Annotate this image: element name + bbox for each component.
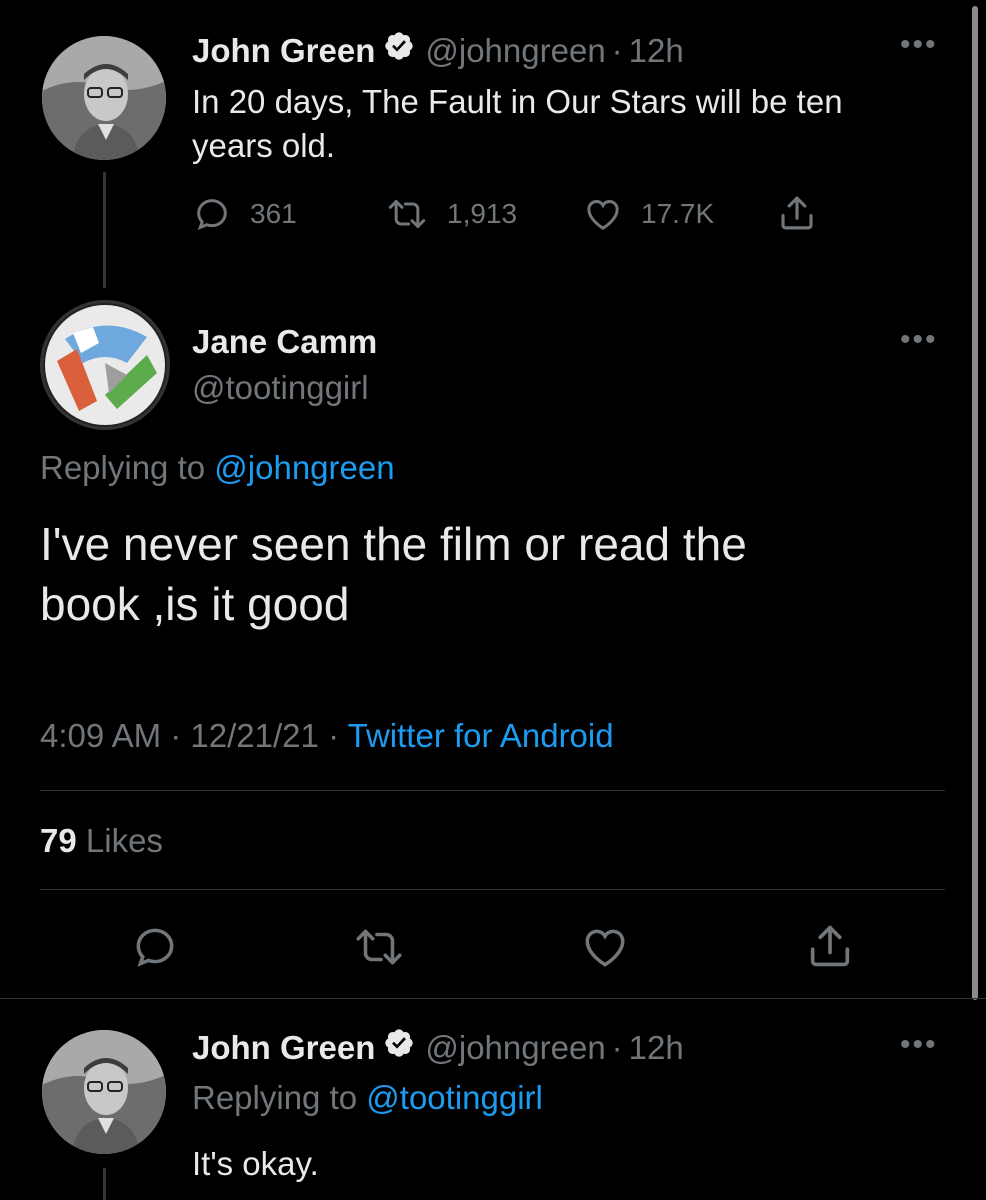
main-tweet-author-name[interactable]: Jane Camm bbox=[192, 322, 377, 362]
reply-tweet-replying: Replying to @tootinggirl bbox=[192, 1077, 543, 1119]
reply-icon bbox=[130, 922, 180, 972]
tweet1-header: John Green @johngreen · 12h bbox=[192, 30, 684, 71]
thread-line bbox=[103, 172, 106, 288]
thread-line bbox=[103, 1168, 106, 1200]
tweet1-time[interactable]: 12h bbox=[629, 31, 684, 71]
main-tweet-date: 12/21/21 bbox=[190, 717, 319, 754]
reply-tweet-handle[interactable]: @johngreen bbox=[425, 1028, 605, 1068]
retweet-icon bbox=[352, 922, 406, 972]
replying-to-link[interactable]: @johngreen bbox=[214, 449, 394, 486]
tweet1-retweet-button[interactable]: 1,913 bbox=[385, 194, 517, 234]
likes-count: 79 bbox=[40, 822, 77, 859]
main-tweet-text-line1: I've never seen the film or read the bbox=[40, 518, 747, 570]
main-tweet-like-button[interactable] bbox=[580, 922, 630, 972]
main-tweet-source[interactable]: Twitter for Android bbox=[348, 717, 614, 754]
verified-badge-icon bbox=[383, 1027, 415, 1068]
main-tweet-likes[interactable]: 79 Likes bbox=[40, 820, 163, 862]
main-tweet-replying: Replying to @johngreen bbox=[40, 447, 395, 489]
replying-to-link[interactable]: @tootinggirl bbox=[366, 1079, 543, 1116]
replying-prefix: Replying to bbox=[40, 449, 206, 486]
like-icon bbox=[583, 194, 623, 234]
retweet-icon bbox=[385, 194, 429, 234]
tweet1-text-line2: years old. bbox=[192, 127, 336, 164]
main-tweet-text-line2: book ,is it good bbox=[40, 578, 350, 630]
jane-camm-avatar[interactable] bbox=[40, 300, 170, 430]
main-tweet-reply-button[interactable] bbox=[130, 922, 180, 972]
tweet1-reply-count: 361 bbox=[250, 198, 297, 229]
reply-tweet-author-name[interactable]: John Green bbox=[192, 1028, 375, 1068]
divider bbox=[40, 790, 945, 791]
tweet1-like-count: 17.7K bbox=[641, 198, 715, 229]
tweet1-dot: · bbox=[611, 31, 623, 69]
tweet1-text: In 20 days, The Fault in Our Stars will … bbox=[192, 80, 843, 168]
tweet1-text-line1: In 20 days, The Fault in Our Stars will … bbox=[192, 83, 843, 120]
meta-dot-2: · bbox=[328, 717, 340, 754]
reply-tweet-more-icon[interactable]: ••• bbox=[900, 1030, 938, 1060]
reply-tweet-time[interactable]: 12h bbox=[629, 1028, 684, 1068]
main-tweet-text: I've never seen the film or read the boo… bbox=[40, 514, 747, 634]
main-tweet-more-icon[interactable]: ••• bbox=[900, 325, 938, 355]
main-tweet-time: 4:09 AM bbox=[40, 717, 162, 754]
main-tweet-share-button[interactable] bbox=[804, 920, 856, 972]
tweet1-share-button[interactable] bbox=[776, 192, 818, 234]
tweet1-retweet-count: 1,913 bbox=[447, 198, 518, 229]
share-icon bbox=[804, 920, 856, 972]
divider bbox=[40, 889, 945, 890]
reply-icon bbox=[192, 194, 232, 234]
tweet1-more-icon[interactable]: ••• bbox=[900, 30, 938, 60]
meta-dot-1: · bbox=[170, 717, 182, 754]
tweet1-handle[interactable]: @johngreen bbox=[425, 31, 605, 71]
reply-tweet-header: John Green @johngreen · 12h bbox=[192, 1027, 684, 1068]
tweet1-like-button[interactable]: 17.7K bbox=[583, 194, 714, 234]
tweet1-author-name[interactable]: John Green bbox=[192, 31, 375, 71]
main-tweet-handle[interactable]: @tootinggirl bbox=[192, 368, 369, 408]
replying-prefix: Replying to bbox=[192, 1079, 358, 1116]
tweet1-reply-button[interactable]: 361 bbox=[192, 194, 297, 234]
main-tweet-meta: 4:09 AM · 12/21/21 · Twitter for Android bbox=[40, 715, 614, 757]
john-green-avatar[interactable] bbox=[42, 36, 166, 160]
like-icon bbox=[580, 922, 630, 972]
share-icon bbox=[776, 192, 818, 234]
likes-label: Likes bbox=[85, 822, 163, 859]
verified-badge-icon bbox=[383, 30, 415, 71]
scrollbar[interactable] bbox=[972, 6, 978, 1000]
john-green-avatar[interactable] bbox=[42, 1030, 166, 1154]
reply-tweet-text: It's okay. bbox=[192, 1145, 319, 1182]
main-tweet-retweet-button[interactable] bbox=[352, 922, 406, 972]
divider bbox=[0, 998, 986, 999]
reply-tweet-dot: · bbox=[611, 1028, 623, 1066]
